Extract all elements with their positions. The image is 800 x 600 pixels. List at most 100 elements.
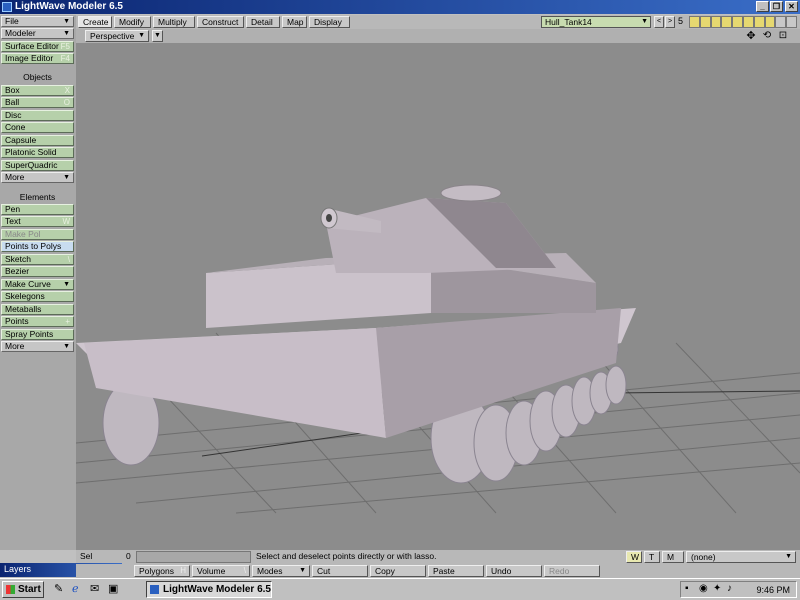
metaballs-button[interactable]: Metaballs: [1, 304, 74, 315]
mode-coord-toggle[interactable]: M: [662, 551, 684, 563]
modeler-menu-button[interactable]: Modeler ▼: [1, 28, 74, 39]
platonic-solid-button[interactable]: Platonic Solid: [1, 147, 74, 158]
lightwave-icon: [150, 585, 159, 594]
tab-modify[interactable]: Modify: [114, 16, 151, 28]
quicklaunch-icon[interactable]: ✎: [54, 582, 63, 595]
rotate-view-icon[interactable]: ⟲: [760, 30, 774, 42]
object-selector[interactable]: Hull_Tank14 ▼: [541, 16, 651, 28]
minimize-button[interactable]: _: [756, 1, 769, 12]
desktop-icon[interactable]: ▣: [108, 582, 118, 595]
close-button[interactable]: ✕: [785, 1, 798, 12]
redo-button[interactable]: Redo: [544, 565, 600, 577]
progress-field: [136, 551, 251, 563]
start-button[interactable]: Start: [2, 581, 44, 598]
sketch-tool-button[interactable]: Sketch \: [1, 254, 74, 265]
window-title: LightWave Modeler 6.5: [15, 1, 123, 12]
volume-button[interactable]: Volume \: [192, 565, 250, 577]
layer-toggle[interactable]: [689, 16, 700, 28]
layer-toggle[interactable]: [699, 16, 711, 28]
left-toolbar: File ▼ Modeler ▼ Surface Editor F5 Image Ed…: [0, 15, 76, 550]
layer-toggle[interactable]: [775, 16, 787, 28]
make-curve-menu[interactable]: Make Curve ▼: [1, 279, 74, 290]
tab-construct[interactable]: Construct: [197, 16, 244, 28]
tray-icon[interactable]: ✦: [713, 583, 721, 594]
surface-selector[interactable]: (none) ▼: [686, 551, 796, 563]
tab-multiply[interactable]: Multiply: [153, 16, 195, 28]
objects-section-header: Objects: [23, 72, 52, 82]
layer-toggle[interactable]: [764, 16, 776, 28]
tab-bar: Create Modify Multiply Construct Detail …: [76, 15, 800, 29]
viewport-options-button[interactable]: ▼: [152, 30, 163, 42]
tray-icon[interactable]: ▪: [685, 583, 689, 594]
file-menu-button[interactable]: File ▼: [1, 16, 74, 27]
layer-toggle[interactable]: [732, 16, 743, 28]
points-tool-button[interactable]: Points +: [1, 316, 74, 327]
points-to-polys-button[interactable]: Points to Polys: [1, 241, 74, 252]
tool-coord-toggle[interactable]: T: [644, 551, 660, 563]
move-view-icon[interactable]: ✥: [744, 30, 758, 42]
maximize-view-icon[interactable]: ⊡: [776, 30, 790, 42]
tab-detail[interactable]: Detail: [246, 16, 280, 28]
cone-tool-button[interactable]: Cone: [1, 122, 74, 133]
ball-tool-button[interactable]: Ball O: [1, 97, 74, 108]
cut-button[interactable]: Cut: [312, 565, 368, 577]
modes-menu[interactable]: Modes ▼: [252, 565, 310, 577]
pen-tool-button[interactable]: Pen: [1, 204, 74, 215]
restore-button[interactable]: ❐: [770, 1, 783, 12]
surface-editor-button[interactable]: Surface Editor F5: [1, 41, 74, 52]
objects-more-menu[interactable]: More ▼: [1, 172, 74, 183]
sel-label: Sel: [80, 551, 93, 561]
taskbar-lightwave-item[interactable]: LightWave Modeler 6.5: [146, 581, 272, 598]
skelegons-button[interactable]: Skelegons: [1, 291, 74, 302]
elements-more-menu[interactable]: More ▼: [1, 341, 74, 352]
commander-cupola: [440, 184, 502, 202]
viewport-mode-menu[interactable]: Perspective ▼: [85, 30, 149, 42]
command-bar: Polygons H Volume \ Modes ▼ Cut Copy Paste …: [76, 564, 800, 578]
spray-points-button[interactable]: Spray Points: [1, 329, 74, 340]
layer-toggle[interactable]: [721, 16, 733, 28]
layer-toggle[interactable]: [753, 16, 765, 28]
image-editor-button[interactable]: Image Editor F4: [1, 53, 74, 64]
windows-taskbar: Start ✎ ℯ ✉ ▣ LightWave Modeler 6.5 ▪ ◉ …: [0, 578, 800, 600]
box-tool-button[interactable]: Box X: [1, 85, 74, 96]
perspective-viewport[interactable]: [76, 43, 800, 550]
paste-button[interactable]: Paste: [428, 565, 484, 577]
internet-explorer-icon[interactable]: ℯ: [72, 582, 79, 595]
copy-button[interactable]: Copy: [370, 565, 426, 577]
make-pol-button[interactable]: Make Pol: [1, 229, 74, 240]
status-bar: Sel 0 Select and deselect points directl…: [76, 550, 800, 564]
tab-map[interactable]: Map: [282, 16, 307, 28]
layer-toggle[interactable]: [742, 16, 754, 28]
bezier-tool-button[interactable]: Bezier: [1, 266, 74, 277]
layer-count: 5: [678, 16, 684, 26]
sel-count: 0: [126, 551, 131, 561]
tab-create[interactable]: Create: [78, 16, 112, 28]
viewport-header: Perspective ▼ ▼ ✥ ⟲ ⊡: [76, 29, 800, 43]
status-message: Select and deselect points directly or w…: [256, 551, 437, 561]
system-tray: ▪ ◉ ✦ ♪ 9:46 PM: [680, 581, 797, 598]
tank-model-render: [76, 184, 800, 514]
tab-display[interactable]: Display: [309, 16, 350, 28]
undo-button[interactable]: Undo: [486, 565, 542, 577]
title-bar[interactable]: LightWave Modeler 6.5 _ ❐ ✕: [0, 0, 800, 14]
windows-logo-icon: [6, 585, 15, 594]
layers-window-title: Layers: [4, 564, 32, 574]
world-coord-toggle[interactable]: W: [626, 551, 642, 563]
volume-icon[interactable]: ♪: [727, 583, 732, 594]
mail-icon[interactable]: ✉: [90, 582, 99, 595]
bottom-left-area: [0, 550, 76, 564]
polygons-mode-button[interactable]: Polygons H: [134, 565, 190, 577]
layer-toggle[interactable]: [786, 16, 797, 28]
layer-toggle[interactable]: [710, 16, 722, 28]
text-tool-button[interactable]: Text W: [1, 216, 74, 227]
prev-layer-button[interactable]: <: [654, 16, 664, 28]
clock: 9:46 PM: [756, 585, 790, 595]
tray-icon[interactable]: ◉: [699, 583, 708, 594]
lightwave-app-icon: [2, 2, 12, 12]
next-layer-button[interactable]: >: [665, 16, 675, 28]
disc-tool-button[interactable]: Disc: [1, 110, 74, 121]
layer-bank: [689, 16, 797, 28]
capsule-tool-button[interactable]: Capsule: [1, 135, 74, 146]
elements-section-header: Elements: [19, 192, 56, 202]
superquadric-button[interactable]: SuperQuadric: [1, 160, 74, 171]
